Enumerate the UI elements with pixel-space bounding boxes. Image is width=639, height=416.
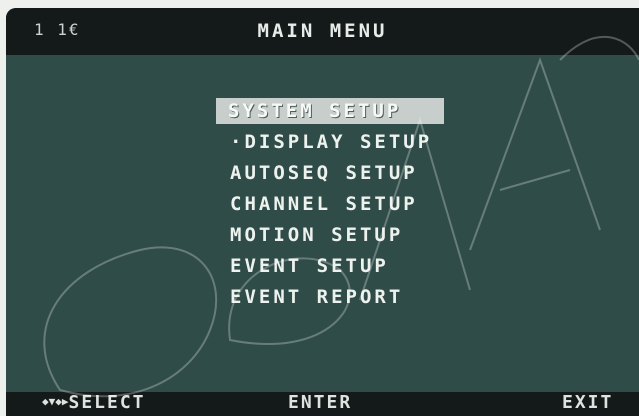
arrow-keys-icon: ◆▼◆▶ bbox=[42, 395, 69, 408]
page-title: MAIN MENU bbox=[257, 20, 388, 42]
menu-item-channel-setup[interactable]: CHANNEL SETUP bbox=[216, 189, 476, 220]
menu-item-system-setup[interactable]: SYSTEM SETUP bbox=[216, 98, 444, 124]
enter-hint: ENTER bbox=[288, 392, 353, 413]
footer-bar: ◆▼◆▶SELECT ENTER EXIT bbox=[6, 392, 639, 416]
title-bar: 1 1€ MAIN MENU bbox=[6, 8, 639, 55]
main-menu-list: SYSTEM SETUP ·DISPLAY SETUP AUTOSEQ SETU… bbox=[216, 96, 476, 313]
menu-item-autoseq-setup[interactable]: AUTOSEQ SETUP bbox=[216, 158, 476, 189]
menu-item-event-report[interactable]: EVENT REPORT bbox=[216, 282, 476, 313]
menu-item-event-setup[interactable]: EVENT SETUP bbox=[216, 251, 476, 282]
menu-window: 1 1€ MAIN MENU SYSTEM SETUP ·DISPLAY SET… bbox=[6, 8, 639, 416]
dvr-screen: 1 1€ MAIN MENU SYSTEM SETUP ·DISPLAY SET… bbox=[0, 0, 639, 416]
menu-item-motion-setup[interactable]: MOTION SETUP bbox=[216, 220, 476, 251]
select-hint: ◆▼◆▶SELECT bbox=[42, 392, 146, 413]
menu-item-display-setup[interactable]: ·DISPLAY SETUP bbox=[216, 127, 476, 158]
select-label: SELECT bbox=[68, 392, 146, 413]
exit-hint: EXIT bbox=[562, 392, 614, 413]
